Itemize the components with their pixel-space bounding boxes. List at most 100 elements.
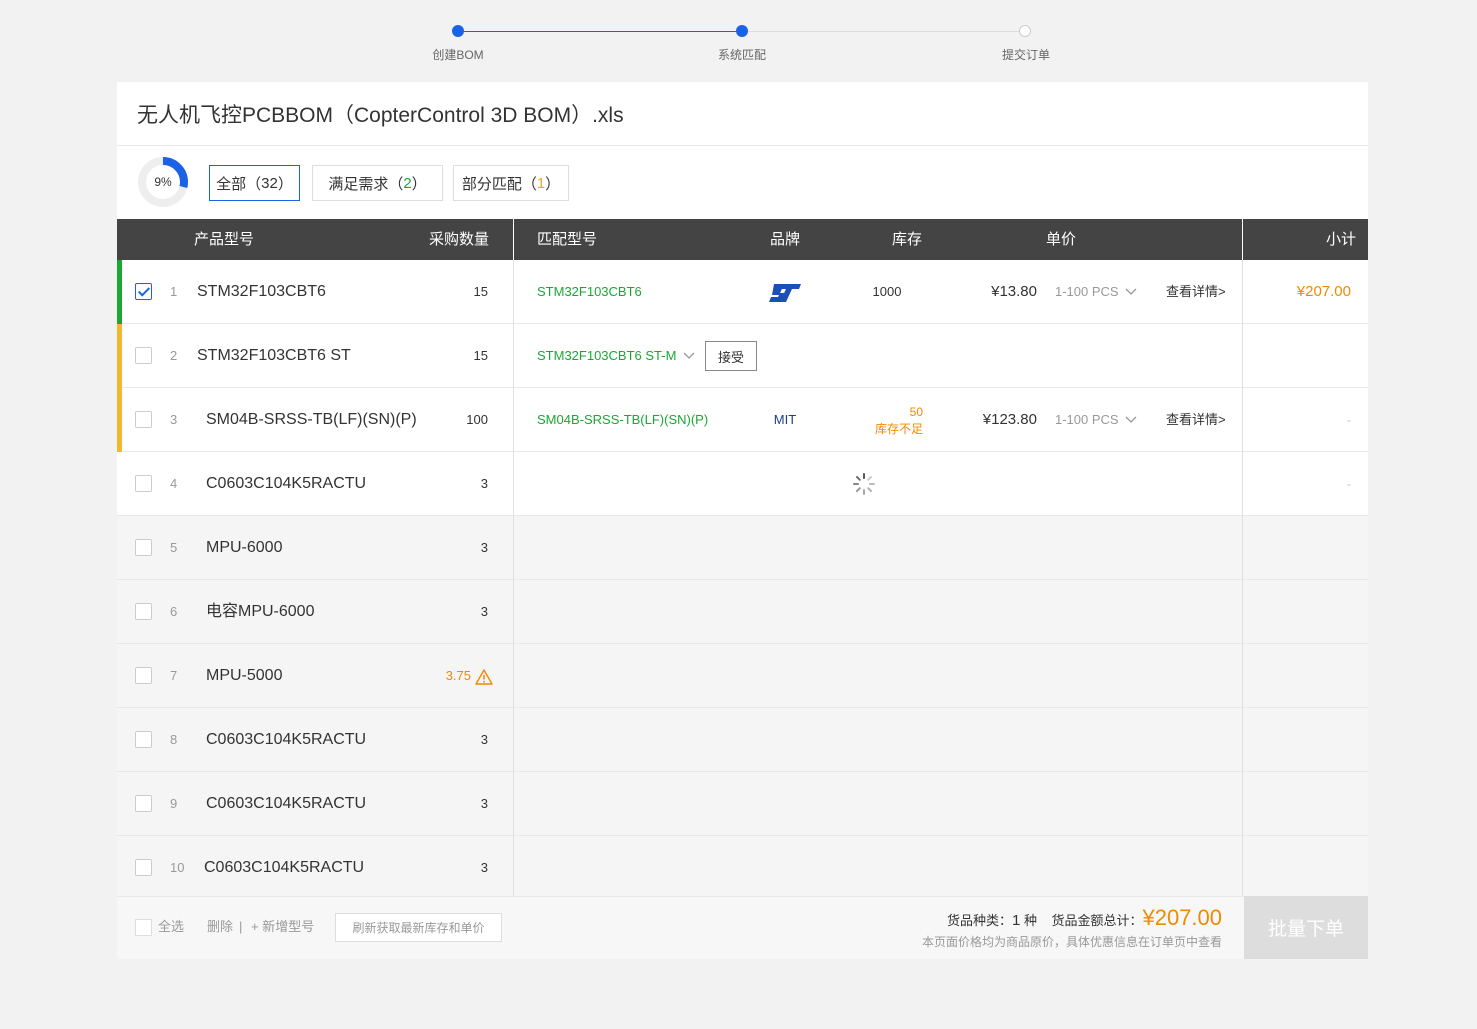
purchase-qty: 3 xyxy=(480,540,488,555)
filter-all-button[interactable]: 全部（ 32） xyxy=(209,165,300,201)
match-model[interactable]: STM32F103CBT6 xyxy=(537,260,642,324)
step-label-create: 创建BOM xyxy=(432,48,484,62)
table-row: 8 C0603C104K5RACTU 3 xyxy=(117,708,1368,772)
th-divider-left xyxy=(513,219,514,260)
table-row: 7 MPU-5000 3.75 xyxy=(117,644,1368,708)
price-range-select[interactable]: 1-100 PCS xyxy=(1055,388,1137,452)
row-index: 5 xyxy=(170,540,178,555)
purchase-qty: 3 xyxy=(480,476,488,491)
product-name: C0603C104K5RACTU xyxy=(206,795,367,812)
accept-button[interactable]: 接受 xyxy=(705,341,757,371)
row-subtotal: ¥207.00 xyxy=(1296,283,1351,300)
col-divider xyxy=(1242,580,1243,644)
col-divider xyxy=(513,772,514,836)
add-model-link[interactable]: + 新增型号 xyxy=(251,897,314,960)
row-checkbox[interactable] xyxy=(135,411,152,428)
match-model-select[interactable]: STM32F103CBT6 ST-M xyxy=(537,324,695,388)
match-model[interactable]: SM04B-SRSS-TB(LF)(SN)(P) xyxy=(537,388,708,452)
filter-partial-count: 1 xyxy=(536,174,546,192)
row-checkbox[interactable] xyxy=(135,475,152,492)
total-value: ¥207.00 xyxy=(1142,905,1222,930)
col-divider xyxy=(1242,260,1243,324)
row-checkbox[interactable] xyxy=(135,795,152,812)
view-detail-link[interactable]: 查看详情> xyxy=(1166,388,1226,452)
filter-partial-label: 部分匹配（ xyxy=(461,175,537,193)
row-index: 8 xyxy=(170,732,178,747)
select-all-checkbox[interactable] xyxy=(135,919,152,936)
col-divider xyxy=(513,580,514,644)
select-all-label[interactable]: 全选 xyxy=(158,897,184,960)
row-index: 1 xyxy=(170,284,178,299)
table-row: 3 SM04B-SRSS-TB(LF)(SN)(P) 100 SM04B-SRS… xyxy=(117,388,1368,452)
filter-all-label: 全部（ xyxy=(216,175,262,193)
th-quantity: 采购数量 xyxy=(429,231,490,248)
progress-percent: 9% xyxy=(154,175,172,189)
purchase-qty: 100 xyxy=(466,412,488,427)
purchase-qty: 3 xyxy=(480,860,488,875)
match-model: STM32F103CBT6 ST-M xyxy=(537,348,677,363)
product-name: STM32F103CBT6 ST xyxy=(197,347,351,364)
row-subtotal: - xyxy=(1347,477,1351,491)
row-checkbox[interactable] xyxy=(135,283,152,300)
row-checkbox[interactable] xyxy=(135,347,152,364)
purchase-qty: 3 xyxy=(480,732,488,747)
col-divider xyxy=(513,324,514,388)
brand-name: MIT xyxy=(773,412,797,427)
stepper-line-todo xyxy=(748,31,1020,32)
batch-order-button[interactable]: 批量下单 xyxy=(1244,896,1368,959)
row-checkbox[interactable] xyxy=(135,603,152,620)
col-divider xyxy=(513,836,514,900)
step-label-submit: 提交订单 xyxy=(1001,48,1050,62)
status-bar-ok xyxy=(117,260,122,324)
table-row: 2 STM32F103CBT6 ST 15 STM32F103CBT6 ST-M… xyxy=(117,324,1368,388)
th-unit-price: 单价 xyxy=(1046,231,1077,248)
progress-stepper: 创建BOM 系统匹配 提交订单 xyxy=(0,0,1477,80)
loading-spinner-icon xyxy=(853,473,875,495)
row-checkbox[interactable] xyxy=(135,731,152,748)
col-divider xyxy=(1242,324,1243,388)
row-subtotal: - xyxy=(1347,413,1351,427)
col-divider xyxy=(1242,388,1243,452)
filter-satisfied-suffix: ） xyxy=(411,175,427,193)
purchase-qty: 15 xyxy=(473,284,488,299)
col-divider xyxy=(513,452,514,516)
col-divider xyxy=(1242,644,1243,708)
warning-icon xyxy=(475,668,493,685)
bom-card: 无人机飞控PCBBOM（CopterControl 3D BOM）.xls 9%… xyxy=(117,82,1368,959)
price-range-label: 1-100 PCS xyxy=(1055,412,1119,427)
filter-satisfied-button[interactable]: 满足需求（ 2） xyxy=(312,165,443,201)
row-index: 10 xyxy=(170,860,185,875)
row-checkbox[interactable] xyxy=(135,859,152,876)
table-row: 6 电容MPU-6000 3 xyxy=(117,580,1368,644)
filter-partial-button[interactable]: 部分匹配（ 1） xyxy=(453,165,569,201)
title-bar: 无人机飞控PCBBOM（CopterControl 3D BOM）.xls xyxy=(117,82,1368,146)
row-checkbox[interactable] xyxy=(135,667,152,684)
row-checkbox[interactable] xyxy=(135,539,152,556)
row-index: 7 xyxy=(170,668,178,683)
table-row: 4 C0603C104K5RACTU 3 - xyxy=(117,452,1368,516)
refresh-button[interactable]: 刷新获取最新库存和单价 xyxy=(335,913,502,942)
unit-price: ¥123.80 xyxy=(982,411,1037,428)
col-divider xyxy=(513,388,514,452)
total-label: 货品金额总计： xyxy=(1051,913,1143,928)
view-detail-link[interactable]: 查看详情> xyxy=(1166,260,1226,324)
product-name: C0603C104K5RACTU xyxy=(206,475,367,492)
brand-logo xyxy=(737,260,833,324)
th-divider-right xyxy=(1242,219,1243,260)
filter-satisfied-label: 满足需求（ xyxy=(328,175,404,193)
chevron-down-icon xyxy=(683,352,695,359)
col-divider xyxy=(513,708,514,772)
chevron-down-icon xyxy=(1125,288,1137,295)
footer-bar: 全选 删除 | + 新增型号 刷新获取最新库存和单价 货品种类：1 种 货品金额… xyxy=(117,896,1368,959)
step-dot-submit xyxy=(1019,25,1031,37)
status-bar-partial xyxy=(117,324,122,388)
row-index: 4 xyxy=(170,476,178,491)
purchase-qty: 3 xyxy=(480,796,488,811)
stock-count: 50 xyxy=(909,405,923,419)
th-match-model: 匹配型号 xyxy=(537,231,598,248)
delete-link[interactable]: 删除 xyxy=(207,897,233,960)
table-row: 9 C0603C104K5RACTU 3 xyxy=(117,772,1368,836)
price-range-select[interactable]: 1-100 PCS xyxy=(1055,260,1137,324)
row-index: 6 xyxy=(170,604,178,619)
product-name: 电容MPU-6000 xyxy=(206,603,315,620)
